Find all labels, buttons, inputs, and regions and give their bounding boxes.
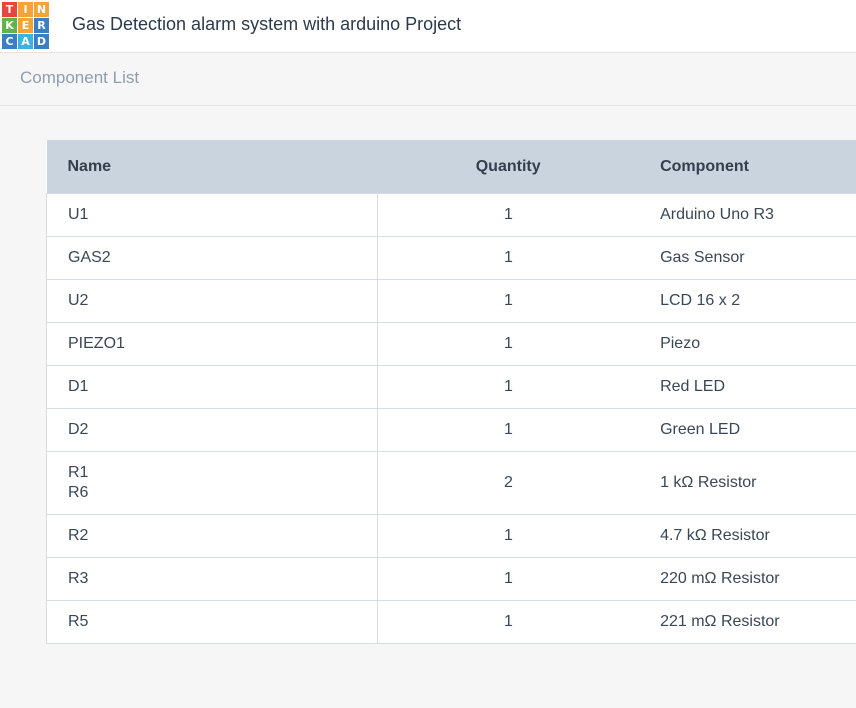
cell-component: 1 kΩ Resistor — [639, 451, 856, 515]
logo-letter: K — [2, 18, 17, 33]
table-row: D2 1 Green LED — [46, 408, 856, 452]
cell-name: U1 — [46, 193, 378, 237]
cell-quantity: 1 — [377, 322, 640, 366]
logo-letter: I — [18, 2, 33, 17]
column-header-name[interactable]: Name — [46, 140, 378, 194]
component-designator: R5 — [68, 613, 89, 630]
logo-letter: N — [34, 2, 49, 17]
column-header-component[interactable]: Component — [639, 140, 856, 194]
cell-component: Arduino Uno R3 — [639, 193, 856, 237]
component-designator: D2 — [68, 421, 89, 438]
cell-name: R1 R6 — [46, 451, 378, 515]
cell-component: 4.7 kΩ Resistor — [639, 514, 856, 558]
component-table: Name Quantity Component U1 1 Arduino Uno R… — [46, 140, 856, 644]
cell-name: U2 — [46, 279, 378, 323]
logo-letter: R — [34, 18, 49, 33]
component-designator: R2 — [68, 527, 89, 544]
section-title: Component List — [20, 68, 140, 87]
cell-quantity: 1 — [377, 279, 640, 323]
table-row: D1 1 Red LED — [46, 365, 856, 409]
cell-quantity: 1 — [377, 514, 640, 558]
cell-quantity: 1 — [377, 236, 640, 280]
table-row: R1 R6 2 1 kΩ Resistor — [46, 451, 856, 515]
table-row: R5 1 221 mΩ Resistor — [46, 600, 856, 644]
component-designator: D1 — [68, 378, 89, 395]
logo-letter: A — [18, 34, 33, 49]
cell-component: LCD 16 x 2 — [639, 279, 856, 323]
cell-name: PIEZO1 — [46, 322, 378, 366]
app-header: T I N K E R C A D Gas Detection alarm sy… — [0, 0, 856, 53]
cell-component: 220 mΩ Resistor — [639, 557, 856, 601]
table-row: U1 1 Arduino Uno R3 — [46, 193, 856, 237]
table-row: PIEZO1 1 Piezo — [46, 322, 856, 366]
column-header-quantity[interactable]: Quantity — [377, 140, 640, 194]
cell-name: D1 — [46, 365, 378, 409]
table-row: R3 1 220 mΩ Resistor — [46, 557, 856, 601]
cell-quantity: 1 — [377, 193, 640, 237]
cell-name: GAS2 — [46, 236, 378, 280]
cell-name: D2 — [46, 408, 378, 452]
component-designator: PIEZO1 — [68, 335, 125, 352]
cell-quantity: 1 — [377, 600, 640, 644]
logo-letter: D — [34, 34, 49, 49]
logo-letter: T — [2, 2, 17, 17]
table-header-row: Name Quantity Component — [46, 140, 856, 194]
cell-quantity: 1 — [377, 365, 640, 409]
component-designator: R3 — [68, 570, 89, 587]
cell-component: Red LED — [639, 365, 856, 409]
logo-letter: E — [18, 18, 33, 33]
component-designator: U2 — [68, 292, 89, 309]
tinkercad-logo[interactable]: T I N K E R C A D — [2, 2, 49, 49]
cell-name: R5 — [46, 600, 378, 644]
cell-name: R2 — [46, 514, 378, 558]
cell-component: Piezo — [639, 322, 856, 366]
section-header: Component List — [0, 53, 856, 106]
cell-component: Gas Sensor — [639, 236, 856, 280]
component-designator: U1 — [68, 206, 89, 223]
cell-component: 221 mΩ Resistor — [639, 600, 856, 644]
cell-name: R3 — [46, 557, 378, 601]
table-row: R2 1 4.7 kΩ Resistor — [46, 514, 856, 558]
cell-quantity: 1 — [377, 557, 640, 601]
logo-letter: C — [2, 34, 17, 49]
table-row: GAS2 1 Gas Sensor — [46, 236, 856, 280]
table-row: U2 1 LCD 16 x 2 — [46, 279, 856, 323]
component-designator: R1 — [68, 464, 89, 481]
component-designator: R6 — [68, 484, 89, 501]
project-title: Gas Detection alarm system with arduino … — [72, 14, 462, 34]
component-designator: GAS2 — [68, 249, 111, 266]
cell-quantity: 1 — [377, 408, 640, 452]
cell-quantity: 2 — [377, 451, 640, 515]
cell-component: Green LED — [639, 408, 856, 452]
